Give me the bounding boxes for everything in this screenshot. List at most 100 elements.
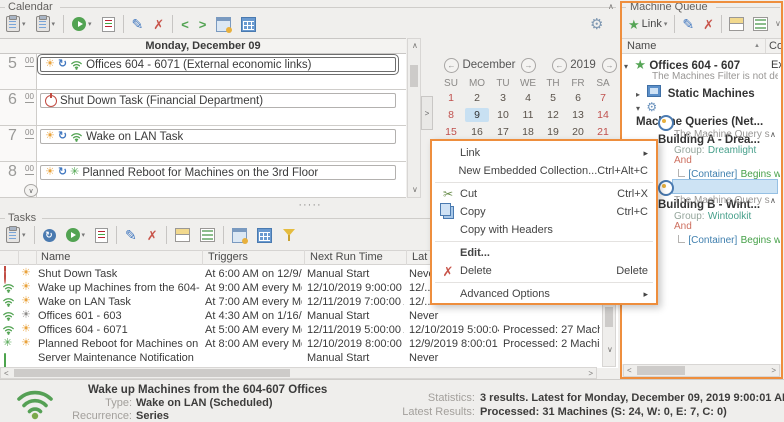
- next-day-button[interactable]: >: [197, 17, 209, 32]
- view-report-button[interactable]: [100, 16, 117, 33]
- mini-calendar-day[interactable]: 17: [491, 125, 515, 139]
- clipboard-icon: [6, 16, 20, 32]
- menu-item-edit[interactable]: Edit...: [432, 244, 656, 262]
- tree-row-offices[interactable]: ▾ ★ Offices 604 - 607: [624, 58, 740, 72]
- layout-split-button[interactable]: [727, 16, 746, 32]
- mini-calendar-day-selected[interactable]: 9: [465, 108, 489, 122]
- task-row[interactable]: ☀ Offices 604 - 6071 At 5:00 AM every Mo…: [0, 323, 618, 337]
- scroll-left-icon[interactable]: <: [627, 367, 632, 375]
- edit-button[interactable]: ✎: [130, 16, 146, 32]
- paste-options-button[interactable]: ▾: [34, 15, 58, 33]
- gear-icon[interactable]: ⚙: [590, 17, 603, 32]
- run-task-button[interactable]: ▾: [64, 227, 88, 243]
- menu-item-copy[interactable]: Copy Ctrl+C: [432, 203, 656, 221]
- mini-calendar-day[interactable]: 12: [541, 108, 565, 122]
- goto-date-button[interactable]: [214, 16, 233, 33]
- new-appointment-button[interactable]: ▾: [4, 15, 28, 33]
- mini-calendar-day[interactable]: 5: [541, 91, 565, 105]
- expanded-icon[interactable]: ▾: [624, 62, 628, 71]
- filter-button[interactable]: [280, 227, 298, 243]
- new-task-button[interactable]: ▾: [4, 226, 28, 244]
- menu-item-delete[interactable]: ✗ Delete Delete: [432, 262, 656, 280]
- calendar-event[interactable]: ☀ ↻ Offices 604 - 6071 (External economi…: [40, 57, 396, 72]
- day-view[interactable]: 5 00 6 00 7 00 8 00 ☀ ↻ Offices 604 - 60…: [0, 54, 406, 198]
- delete-button[interactable]: ✗: [151, 17, 166, 32]
- calendar-event[interactable]: ☀ ↻ Wake on LAN Task: [40, 129, 396, 144]
- menu-item-link[interactable]: Link ▸: [432, 144, 656, 162]
- edit-button[interactable]: ✎: [123, 227, 139, 243]
- mini-calendar-day[interactable]: 6: [566, 91, 590, 105]
- tasks-hscrollbar[interactable]: < >: [0, 367, 597, 379]
- scrollbar-thumb[interactable]: [14, 369, 290, 377]
- mini-calendar-day[interactable]: 13: [566, 108, 590, 122]
- toolbar-overflow-icon[interactable]: ∨: [775, 20, 781, 28]
- mini-calendar-day[interactable]: 19: [541, 125, 565, 139]
- task-row[interactable]: Server Maintenance Notification Manual S…: [0, 351, 618, 365]
- mq-column-second[interactable]: Co: [769, 40, 783, 52]
- scroll-up-icon[interactable]: ∧: [608, 3, 614, 11]
- mini-calendar-day[interactable]: 20: [566, 125, 590, 139]
- scroll-up-icon[interactable]: ∧: [412, 42, 418, 50]
- mini-calendar-day[interactable]: 1: [439, 91, 463, 105]
- mini-calendar-day[interactable]: 16: [465, 125, 489, 139]
- scroll-down-icon[interactable]: ∨: [607, 346, 613, 354]
- scrollbar-thumb[interactable]: [410, 65, 418, 87]
- task-row[interactable]: ✳ ☀ Planned Reboot for Machines on the .…: [0, 337, 618, 351]
- scroll-down-icon[interactable]: ∨: [412, 186, 418, 194]
- mini-calendar-day[interactable]: 18: [516, 125, 540, 139]
- task-row[interactable]: ☀ Offices 601 - 603 At 4:30 AM on 1/16/2…: [0, 309, 618, 323]
- layout-list-button[interactable]: [198, 227, 217, 243]
- previous-day-button[interactable]: <: [179, 17, 191, 32]
- menu-item-new-embedded-collection[interactable]: New Embedded Collection... Ctrl+Alt+C: [432, 162, 656, 180]
- change-view-button[interactable]: [239, 16, 258, 33]
- scroll-right-icon[interactable]: >: [588, 370, 593, 378]
- expanded-icon[interactable]: ▾: [636, 104, 640, 113]
- mini-calendar-day[interactable]: 10: [491, 108, 515, 122]
- mini-calendar-day[interactable]: 11: [516, 108, 540, 122]
- calendar-event[interactable]: ☀ ↻ ✳ Planned Reboot for Machines on the…: [40, 165, 396, 180]
- mq-hscrollbar[interactable]: < >: [623, 364, 780, 377]
- menu-item-copy-with-headers[interactable]: Copy with Headers: [432, 221, 656, 239]
- dayview-scrollbar[interactable]: ∧ ∨: [407, 38, 421, 198]
- column-header-triggers[interactable]: Triggers: [205, 250, 300, 265]
- calendar-event[interactable]: Shut Down Task (Financial Department): [40, 93, 396, 108]
- mini-calendar-day[interactable]: 21: [591, 125, 615, 139]
- run-task-button[interactable]: ▾: [70, 16, 94, 32]
- mini-calendar-day[interactable]: 8: [439, 108, 463, 122]
- view-report-button[interactable]: [93, 227, 110, 244]
- layout-list-button[interactable]: [751, 16, 770, 32]
- tree-row-static-machines[interactable]: ▸ Static Machines: [636, 85, 755, 100]
- scroll-right-icon[interactable]: >: [771, 367, 776, 375]
- column-header-next-run[interactable]: Next Run Time: [307, 250, 402, 265]
- minicalendar-expander[interactable]: >: [421, 96, 433, 130]
- menu-item-advanced-options[interactable]: Advanced Options ▸: [432, 285, 656, 303]
- menu-item-cut[interactable]: ✂ Cut Ctrl+X: [432, 185, 656, 203]
- mini-calendar-day[interactable]: 7: [591, 91, 615, 105]
- next-month-button[interactable]: →: [521, 58, 536, 73]
- column-chooser-button[interactable]: [255, 227, 274, 244]
- mini-calendar-day[interactable]: 15: [439, 125, 463, 139]
- mq-column-name[interactable]: Name: [627, 40, 656, 52]
- mini-calendar-day[interactable]: 3: [491, 91, 515, 105]
- layout-split-button[interactable]: [173, 227, 192, 243]
- mini-calendar-day[interactable]: 2: [465, 91, 489, 105]
- scrollbar-thumb[interactable]: [605, 307, 613, 327]
- mini-calendar-day[interactable]: 14: [591, 108, 615, 122]
- prev-month-button[interactable]: ←: [444, 58, 459, 73]
- column-header-name[interactable]: Name: [38, 250, 198, 265]
- delete-button[interactable]: ✗: [701, 17, 716, 32]
- collapse-icon[interactable]: ∧: [770, 131, 776, 139]
- run-now-button[interactable]: ↻: [41, 228, 58, 243]
- collapsed-icon[interactable]: ▸: [636, 90, 640, 99]
- mini-calendar-day[interactable]: 4: [516, 91, 540, 105]
- link-button[interactable]: ★ Link ▾: [626, 17, 669, 32]
- next-appointment-icon[interactable]: ∨: [24, 184, 38, 197]
- scroll-left-icon[interactable]: <: [4, 370, 9, 378]
- show-calendar-button[interactable]: [230, 227, 249, 244]
- scrollbar-thumb[interactable]: [637, 366, 685, 375]
- panel-splitter[interactable]: ·····: [288, 199, 332, 211]
- collapse-icon[interactable]: ∧: [770, 197, 776, 205]
- edit-button[interactable]: ✎: [680, 16, 696, 32]
- delete-button[interactable]: ✗: [145, 228, 160, 243]
- next-year-button[interactable]: →: [602, 58, 617, 73]
